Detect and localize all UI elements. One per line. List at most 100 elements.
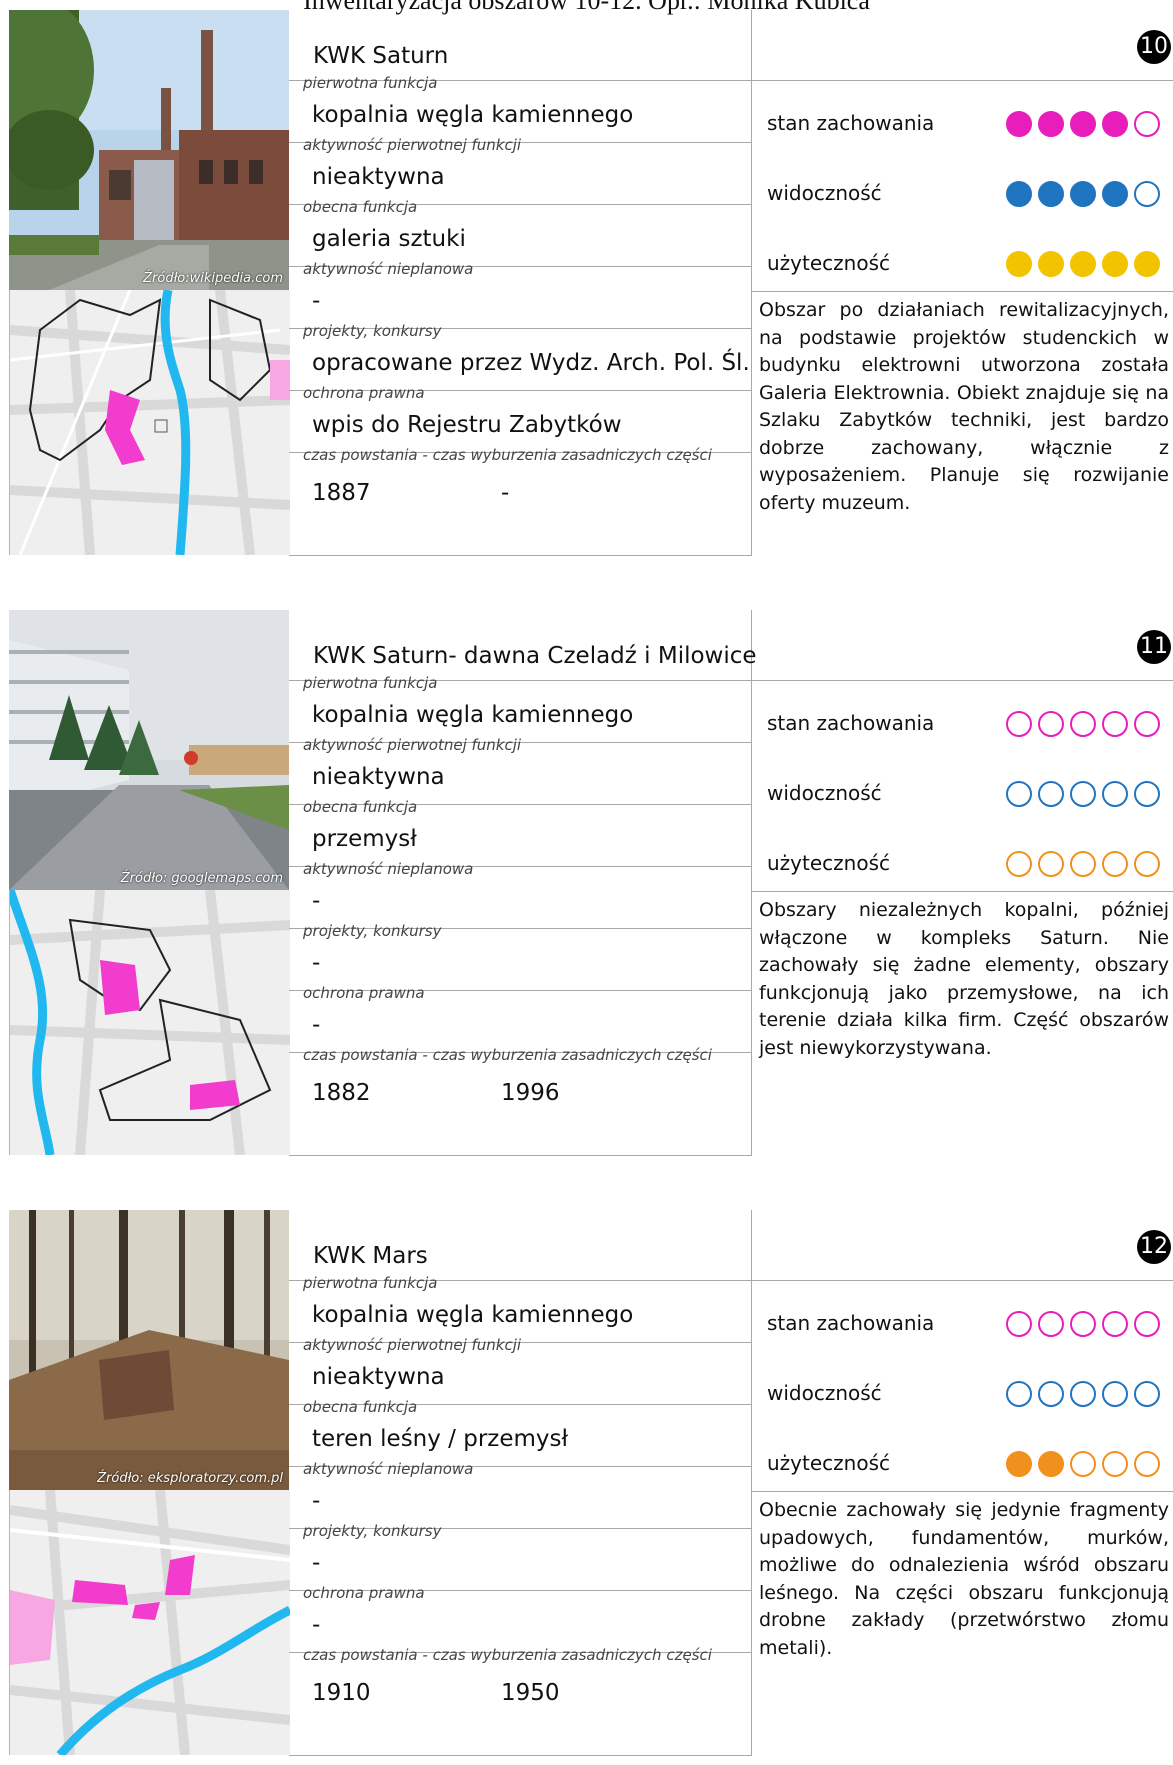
empty-rating-dot xyxy=(1134,851,1160,877)
empty-rating-dot xyxy=(1070,1451,1096,1477)
area-card-12: Źródło: eksploratorzy.com.pl KWK Mars pi… xyxy=(9,1210,1173,1756)
field-projects: projekty, konkursy opracowane przez Wydz… xyxy=(289,320,751,391)
photo-street-view: Źródło: googlemaps.com xyxy=(9,610,289,890)
field-unplanned: aktywność nieplanowa - xyxy=(289,1458,751,1529)
field-projects: projekty, konkursy - xyxy=(289,1520,751,1591)
field-projects: projekty, konkursy - xyxy=(289,920,751,991)
rating-column: stan zachowania widoczność użyteczność O… xyxy=(751,1280,1173,1756)
empty-rating-dot xyxy=(1038,851,1064,877)
area-title: KWK Mars xyxy=(313,1243,428,1269)
location-map xyxy=(9,890,290,1155)
empty-rating-dot xyxy=(1006,851,1032,877)
empty-rating-dot xyxy=(1102,781,1128,807)
description-box: Obszar po działaniach rewitalizacyjnych,… xyxy=(751,291,1173,557)
rating-state: stan zachowania xyxy=(751,681,1173,751)
photo-mine-building: Źródło:wikipedia.com xyxy=(9,10,289,290)
area-title: KWK Saturn- dawna Czeladź i Milowice xyxy=(313,643,757,669)
state-dots xyxy=(1006,711,1160,737)
rating-visibility: widoczność xyxy=(751,151,1173,221)
empty-rating-dot xyxy=(1102,851,1128,877)
photo-source: Źródło:wikipedia.com xyxy=(143,271,283,286)
filled-rating-dot xyxy=(1006,181,1032,207)
visibility-dots xyxy=(1006,1381,1160,1407)
rating-usefulness: użyteczność xyxy=(751,1421,1173,1491)
field-current-function: obecna funkcja przemysł xyxy=(289,796,751,867)
empty-rating-dot xyxy=(1134,181,1160,207)
area-number-badge: 10 xyxy=(1137,30,1171,64)
description: Obszar po działaniach rewitalizacyjnych,… xyxy=(759,299,1169,514)
filled-rating-dot xyxy=(1102,251,1128,277)
filled-rating-dot xyxy=(1006,251,1032,277)
filled-rating-dot xyxy=(1006,1451,1032,1477)
area-number-badge: 11 xyxy=(1137,630,1171,664)
attribute-column: KWK Saturn- dawna Czeladź i Milowice pie… xyxy=(289,610,757,1156)
empty-rating-dot xyxy=(1070,711,1096,737)
field-original-function: pierwotna funkcja kopalnia węgla kamienn… xyxy=(289,1272,751,1343)
location-map xyxy=(9,1490,290,1755)
field-protection: ochrona prawna - xyxy=(289,982,751,1053)
attribute-column: KWK Mars pierwotna funkcja kopalnia węgl… xyxy=(289,1210,752,1756)
empty-rating-dot xyxy=(1102,1451,1128,1477)
year-built: 1882 xyxy=(312,1080,371,1106)
empty-rating-dot xyxy=(1134,1381,1160,1407)
empty-rating-dot xyxy=(1134,111,1160,137)
field-protection: ochrona prawna - xyxy=(289,1582,751,1653)
field-activity: aktywność pierwotnej funkcji nieaktywna xyxy=(289,734,751,805)
field-activity: aktywność pierwotnej funkcji nieaktywna xyxy=(289,1334,751,1405)
empty-rating-dot xyxy=(1070,781,1096,807)
rating-state: stan zachowania xyxy=(751,1281,1173,1351)
field-unplanned: aktywność nieplanowa - xyxy=(289,858,751,929)
year-demolished: - xyxy=(501,480,510,506)
photo-source: Źródło: eksploratorzy.com.pl xyxy=(97,1471,283,1486)
filled-rating-dot xyxy=(1070,111,1096,137)
description-box: Obecnie zachowały się jedynie fragmenty … xyxy=(751,1491,1173,1757)
filled-rating-dot xyxy=(1070,251,1096,277)
empty-rating-dot xyxy=(1038,781,1064,807)
state-dots xyxy=(1006,1311,1160,1337)
rating-column: stan zachowania widoczność użyteczność O… xyxy=(751,80,1173,556)
filled-rating-dot xyxy=(1070,181,1096,207)
area-number-badge: 12 xyxy=(1137,1230,1171,1264)
rating-state: stan zachowania xyxy=(751,81,1173,151)
empty-rating-dot xyxy=(1070,851,1096,877)
field-original-function: pierwotna funkcja kopalnia węgla kamienn… xyxy=(289,72,751,143)
empty-rating-dot xyxy=(1134,1311,1160,1337)
description: Obecnie zachowały się jedynie fragmenty … xyxy=(759,1499,1169,1659)
field-original-function: pierwotna funkcja kopalnia węgla kamienn… xyxy=(289,672,751,743)
empty-rating-dot xyxy=(1134,781,1160,807)
location-map xyxy=(9,290,290,555)
field-activity: aktywność pierwotnej funkcji nieaktywna xyxy=(289,134,751,205)
empty-rating-dot xyxy=(1070,1311,1096,1337)
empty-rating-dot xyxy=(1006,1381,1032,1407)
filled-rating-dot xyxy=(1038,111,1064,137)
empty-rating-dot xyxy=(1006,781,1032,807)
rating-usefulness: użyteczność xyxy=(751,221,1173,291)
field-current-function: obecna funkcja galeria sztuki xyxy=(289,196,751,267)
area-title: KWK Saturn xyxy=(313,43,449,69)
field-dates: czas powstania - czas wyburzenia zasadni… xyxy=(303,446,712,506)
photo-forest-ruins: Źródło: eksploratorzy.com.pl xyxy=(9,1210,289,1490)
empty-rating-dot xyxy=(1038,1311,1064,1337)
field-dates: czas powstania - czas wyburzenia zasadni… xyxy=(303,1046,712,1106)
empty-rating-dot xyxy=(1006,1311,1032,1337)
field-current-function: obecna funkcja teren leśny / przemysł xyxy=(289,1396,751,1467)
rating-column: stan zachowania widoczność użyteczność O… xyxy=(751,680,1173,1156)
usefulness-dots xyxy=(1006,251,1160,277)
year-built: 1910 xyxy=(312,1680,371,1706)
empty-rating-dot xyxy=(1134,1451,1160,1477)
visibility-dots xyxy=(1006,181,1160,207)
visibility-dots xyxy=(1006,781,1160,807)
filled-rating-dot xyxy=(1038,1451,1064,1477)
filled-rating-dot xyxy=(1102,111,1128,137)
field-dates: czas powstania - czas wyburzenia zasadni… xyxy=(303,1646,712,1706)
area-card-11: Źródło: googlemaps.com KWK Saturn- dawna… xyxy=(9,610,1173,1156)
empty-rating-dot xyxy=(1070,1381,1096,1407)
state-dots xyxy=(1006,111,1160,137)
field-protection: ochrona prawna wpis do Rejestru Zabytków xyxy=(289,382,751,453)
empty-rating-dot xyxy=(1134,711,1160,737)
empty-rating-dot xyxy=(1038,711,1064,737)
empty-rating-dot xyxy=(1006,711,1032,737)
description: Obszary niezależnych kopalni, później wł… xyxy=(759,899,1169,1059)
empty-rating-dot xyxy=(1102,1311,1128,1337)
photo-source: Źródło: googlemaps.com xyxy=(120,871,283,886)
